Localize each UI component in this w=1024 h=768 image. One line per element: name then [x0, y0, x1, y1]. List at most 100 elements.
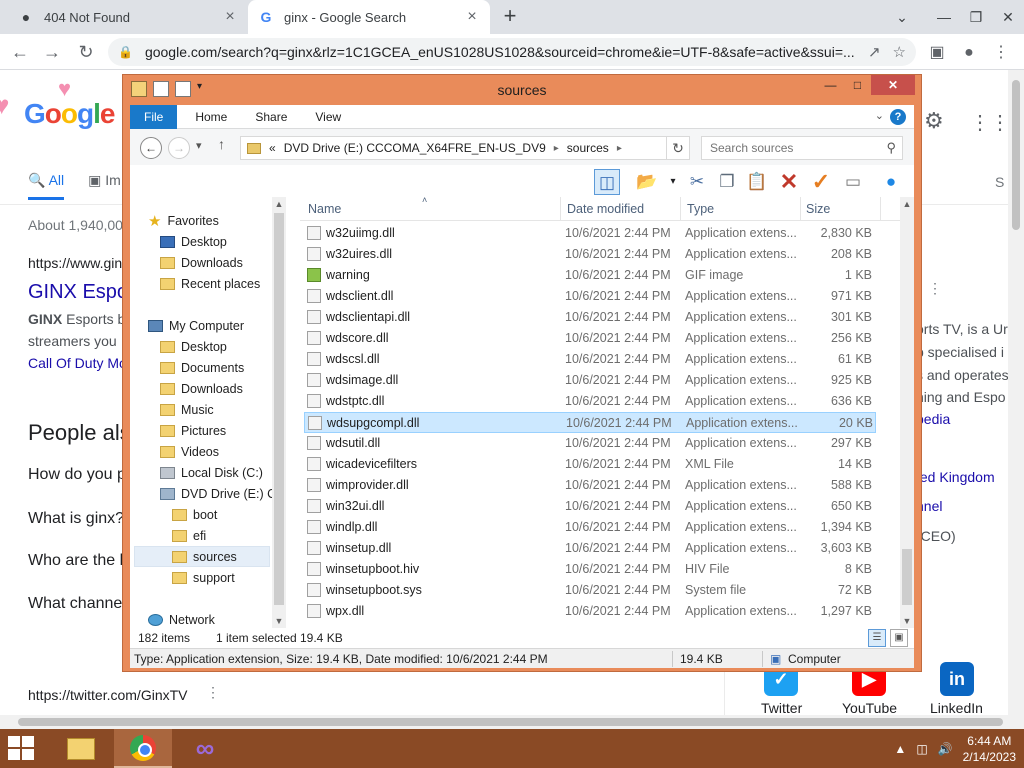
file-row[interactable]: wdsupgcompl.dll 10/6/2021 2:44 PM Applicat… [304, 412, 876, 433]
ribbon-tab-file[interactable]: File [130, 104, 178, 129]
copy-icon[interactable]: ❐ [714, 169, 740, 195]
recent-locations-icon[interactable]: ▾ [196, 139, 202, 152]
column-separator[interactable] [800, 197, 801, 221]
scroll-thumb[interactable] [902, 549, 912, 605]
nav-mc-desktop[interactable]: Desktop [160, 336, 227, 357]
search-tab-all[interactable]: 🔍 All [28, 172, 65, 200]
nav-downloads[interactable]: Downloads [160, 252, 243, 273]
clock[interactable]: 6:44 AM 2/14/2023 [963, 733, 1016, 765]
back-button[interactable]: ← [140, 137, 162, 159]
linkedin-label[interactable]: LinkedIn [930, 700, 983, 715]
cut-icon[interactable]: ✂ [684, 169, 710, 195]
nav-mc-downloads[interactable]: Downloads [160, 378, 243, 399]
file-row[interactable]: wdsclientapi.dll 10/6/2021 2:44 PM Applica… [304, 307, 876, 328]
ribbon-tab-share[interactable]: Share [241, 105, 301, 129]
nav-boot[interactable]: boot [172, 504, 217, 525]
address-bar[interactable]: 🔒 google.com/search?q=ginx&rlz=1C1GCEA_e… [108, 38, 916, 66]
nav-mc-documents[interactable]: Documents [160, 357, 244, 378]
explorer-address-bar[interactable]: « DVD Drive (E:) CCCOMA_X64FRE_EN-US_DV9… [240, 136, 690, 160]
breadcrumb-drive[interactable]: DVD Drive (E:) CCCOMA_X64FRE_EN-US_DV9 [284, 141, 546, 155]
nav-dvd-drive[interactable]: DVD Drive (E:) CC [160, 483, 285, 504]
scroll-up-icon[interactable]: ▲ [900, 197, 914, 211]
side-panel-icon[interactable]: ▣ [926, 42, 948, 64]
help-icon[interactable]: ? [890, 109, 906, 125]
bookmark-star-icon[interactable]: ☆ [893, 43, 906, 61]
result-title-link[interactable]: GINX Espo [28, 281, 128, 304]
nav-support[interactable]: support [172, 567, 235, 588]
minimize-button[interactable]: — [928, 0, 960, 34]
file-row[interactable]: windlp.dll 10/6/2021 2:44 PM Application e… [304, 517, 876, 538]
nav-sources[interactable]: sources [134, 546, 270, 567]
search-tab-partial[interactable]: S [995, 174, 1004, 190]
sitelink[interactable]: Call Of Duty Mo [28, 355, 127, 371]
scroll-thumb[interactable] [1012, 80, 1020, 230]
close-tab-icon[interactable]: × [464, 8, 480, 26]
paa-question[interactable]: Who are the l [28, 552, 123, 570]
taskbar-visual-studio[interactable]: ∞ [176, 729, 234, 768]
new-tab-button[interactable]: + [498, 4, 522, 28]
ribbon-tab-view[interactable]: View [301, 105, 355, 129]
paa-question[interactable]: What is ginx? [28, 510, 124, 528]
ribbon-tab-home[interactable]: Home [177, 105, 241, 129]
search-input[interactable] [710, 141, 870, 155]
nav-my-computer[interactable]: My Computer [148, 315, 244, 336]
settings-gear-icon[interactable]: ⚙ [924, 108, 944, 134]
file-row[interactable]: w32uires.dll 10/6/2021 2:44 PM Application… [304, 244, 876, 265]
file-row[interactable]: wdscore.dll 10/6/2021 2:44 PM Application … [304, 328, 876, 349]
minimize-button[interactable]: — [817, 75, 844, 95]
expand-ribbon-icon[interactable]: ⌄ [875, 109, 884, 122]
windows-start-icon[interactable] [8, 736, 36, 762]
nav-network[interactable]: Network [148, 609, 215, 628]
preview-pane-icon[interactable]: ◫ [594, 169, 620, 195]
tab-404-not-found[interactable]: ● 404 Not Found × [8, 0, 248, 34]
file-row[interactable]: winsetup.dll 10/6/2021 2:44 PM Application… [304, 538, 876, 559]
nav-mc-videos[interactable]: Videos [160, 441, 219, 462]
tab-ginx-search[interactable]: G ginx - Google Search × [248, 0, 490, 34]
file-row[interactable]: wdsutil.dll 10/6/2021 2:44 PM Application … [304, 433, 876, 454]
forward-button[interactable]: → [40, 40, 64, 64]
search-icon[interactable]: ⚲ [886, 140, 896, 156]
paa-question[interactable]: What channe [28, 595, 122, 613]
page-horizontal-scrollbar[interactable] [0, 715, 1024, 729]
nav-mc-music[interactable]: Music [160, 399, 214, 420]
twitter-result-url[interactable]: https://twitter.com/GinxTV [28, 687, 188, 703]
paa-question[interactable]: How do you p [28, 466, 126, 484]
menu-kebab-icon[interactable]: ⋮ [990, 42, 1012, 64]
nav-efi[interactable]: efi [172, 525, 206, 546]
paste-icon[interactable]: 📋 [744, 169, 770, 195]
reload-button[interactable]: ↻ [74, 40, 98, 64]
maximize-button[interactable]: □ [844, 75, 871, 95]
file-row[interactable]: win32ui.dll 10/6/2021 2:44 PM Application … [304, 496, 876, 517]
column-separator[interactable] [880, 197, 881, 221]
close-tab-icon[interactable]: × [222, 8, 238, 26]
file-row[interactable]: wdstptc.dll 10/6/2021 2:44 PM Application … [304, 391, 876, 412]
large-icons-view-button[interactable]: ▣ [890, 629, 908, 647]
up-button[interactable]: ↑ [218, 136, 225, 152]
breadcrumb-overflow[interactable]: « [269, 141, 276, 155]
file-list-scrollbar[interactable]: ▲ ▼ [900, 197, 914, 628]
column-separator[interactable] [560, 197, 561, 221]
share-icon[interactable]: ↗ [868, 43, 881, 61]
google-doodle-logo[interactable]: Google [24, 98, 115, 130]
restore-button[interactable]: ❐ [960, 0, 992, 34]
column-type[interactable]: Type [687, 202, 714, 216]
taskbar-chrome[interactable] [114, 729, 172, 768]
column-size[interactable]: Size [806, 202, 830, 216]
search-tab-images[interactable]: ▣ Im [88, 172, 121, 200]
close-window-button[interactable]: ✕ [871, 75, 915, 95]
scroll-thumb[interactable] [274, 213, 284, 605]
scroll-thumb[interactable] [18, 718, 1003, 726]
file-row[interactable]: warning 10/6/2021 2:44 PM GIF image 1 KB [304, 265, 876, 286]
nav-desktop[interactable]: Desktop [160, 231, 227, 252]
panel-options-icon[interactable]: ⋮ [928, 280, 942, 297]
country-link[interactable]: ted Kingdom [916, 469, 995, 485]
twitter-label[interactable]: Twitter [761, 700, 802, 715]
file-row[interactable]: winsetupboot.hiv 10/6/2021 2:44 PM HIV Fil… [304, 559, 876, 580]
details-view-button[interactable]: ☰ [868, 629, 886, 647]
scroll-down-icon[interactable]: ▼ [272, 614, 286, 628]
file-row[interactable]: wpx.dll 10/6/2021 2:44 PM Application exte… [304, 601, 876, 622]
breadcrumb-sources[interactable]: sources [567, 141, 609, 155]
column-separator[interactable] [680, 197, 681, 221]
scroll-down-icon[interactable]: ▼ [900, 614, 914, 628]
breadcrumb-separator-icon[interactable]: ▸ [554, 143, 559, 154]
